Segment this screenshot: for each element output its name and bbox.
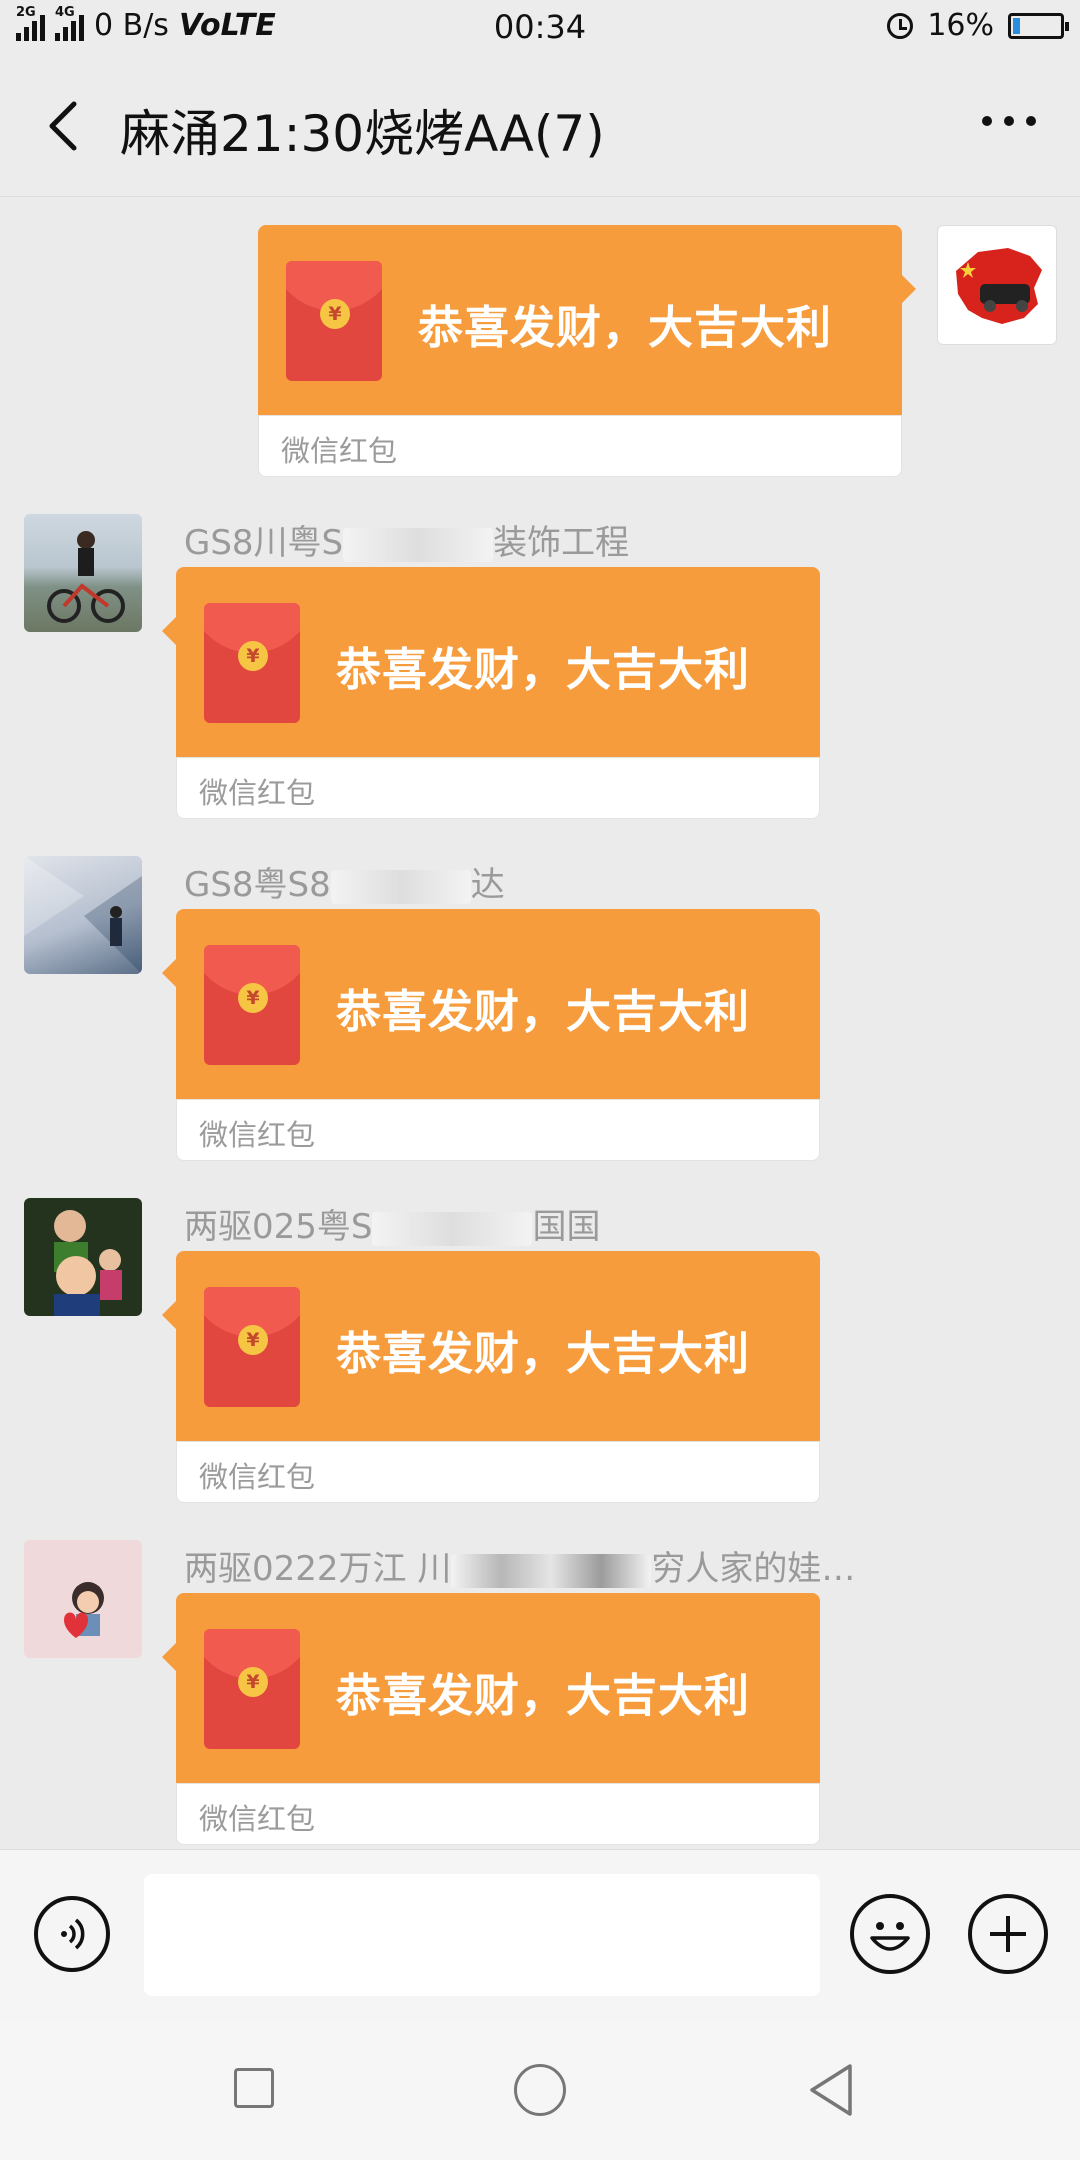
- red-packet-greeting: 恭喜发财，大吉大利: [336, 1669, 751, 1722]
- red-envelope-icon: ¥: [286, 261, 382, 381]
- red-envelope-icon: ¥: [204, 603, 300, 723]
- message-input[interactable]: [144, 1874, 820, 1996]
- plus-icon[interactable]: [968, 1894, 1048, 1974]
- redacted-block: [372, 1211, 533, 1246]
- status-bar: 2G 4G 0 B/s VoLTE 00:34 16%: [0, 0, 1080, 56]
- chat-header: 麻涌21:30烧烤AA(7): [0, 56, 1080, 197]
- triangle-back-icon[interactable]: [806, 2062, 856, 2122]
- alarm-icon: [887, 12, 914, 39]
- sender-name: 两驱025粤S 国国: [184, 1207, 601, 1247]
- bubble-tail: [162, 959, 176, 987]
- red-packet-caption: 微信红包: [199, 1460, 316, 1494]
- avatar[interactable]: [24, 1540, 142, 1658]
- battery-icon: [1008, 12, 1069, 39]
- avatar[interactable]: [24, 856, 142, 974]
- message-list[interactable]: ¥ 恭喜发财，大吉大利 微信红包 GS8川粤S 装饰工程 ¥ 恭喜发财，大吉大利 …: [0, 197, 1080, 1849]
- sender-name: 两驱0222万江 川穷人家的娃…: [184, 1549, 856, 1589]
- red-packet-caption: 微信红包: [199, 1802, 316, 1836]
- circle-icon[interactable]: [514, 2064, 566, 2116]
- chevron-left-icon[interactable]: [40, 98, 90, 154]
- yuan-coin-icon: ¥: [238, 1667, 268, 1697]
- more-horizontal-icon[interactable]: [982, 116, 1036, 126]
- system-nav-bar: [0, 2020, 1080, 2160]
- red-packet-caption: 微信红包: [199, 1118, 316, 1152]
- redacted-block: [451, 1553, 652, 1588]
- input-bar: [0, 1849, 1080, 2020]
- bubble-tail: [162, 1643, 176, 1671]
- yuan-coin-icon: ¥: [238, 983, 268, 1013]
- yuan-coin-icon: ¥: [320, 299, 350, 329]
- sender-name: GS8粤S8 达: [184, 865, 505, 905]
- red-packet-message[interactable]: ¥ 恭喜发财，大吉大利 微信红包: [162, 1593, 820, 1845]
- battery-percent: 16%: [927, 8, 994, 43]
- sender-name: GS8川粤S 装饰工程: [184, 523, 630, 563]
- bubble-tail: [162, 617, 176, 645]
- red-packet-message[interactable]: ¥ 恭喜发财，大吉大利 微信红包: [162, 909, 820, 1161]
- red-packet-greeting: 恭喜发财，大吉大利: [336, 643, 751, 696]
- red-packet-message[interactable]: ¥ 恭喜发财，大吉大利 微信红包: [162, 1251, 820, 1503]
- yuan-coin-icon: ¥: [238, 1325, 268, 1355]
- redacted-block: [330, 869, 471, 904]
- red-packet-greeting: 恭喜发财，大吉大利: [418, 301, 833, 354]
- yuan-coin-icon: ¥: [238, 641, 268, 671]
- square-icon[interactable]: [234, 2068, 274, 2108]
- red-packet-caption: 微信红包: [281, 434, 398, 468]
- red-envelope-icon: ¥: [204, 945, 300, 1065]
- bubble-tail: [162, 1301, 176, 1329]
- battery-fill: [1013, 17, 1021, 34]
- redacted-block: [343, 527, 494, 562]
- avatar[interactable]: [24, 1198, 142, 1316]
- emoji-icon[interactable]: [850, 1894, 930, 1974]
- red-packet-message[interactable]: ¥ 恭喜发财，大吉大利 微信红包: [162, 567, 820, 819]
- red-packet-greeting: 恭喜发财，大吉大利: [336, 985, 751, 1038]
- red-envelope-icon: ¥: [204, 1287, 300, 1407]
- page-title: 麻涌21:30烧烤AA(7): [120, 105, 605, 163]
- avatar[interactable]: [937, 225, 1057, 345]
- red-envelope-icon: ¥: [204, 1629, 300, 1749]
- red-packet-greeting: 恭喜发财，大吉大利: [336, 1327, 751, 1380]
- red-packet-message[interactable]: ¥ 恭喜发财，大吉大利 微信红包: [258, 225, 916, 477]
- red-packet-caption: 微信红包: [199, 776, 316, 810]
- voice-icon[interactable]: [34, 1896, 110, 1972]
- bubble-tail: [902, 275, 916, 303]
- avatar[interactable]: [24, 514, 142, 632]
